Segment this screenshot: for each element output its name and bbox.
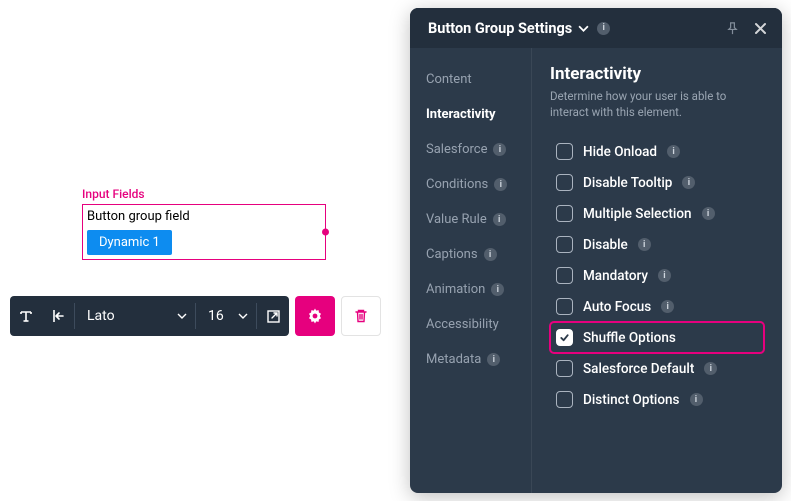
checkbox[interactable] [556, 143, 573, 160]
checkbox[interactable] [556, 174, 573, 191]
panel-title: Button Group Settings [428, 20, 572, 37]
checkbox[interactable] [556, 360, 573, 377]
info-icon[interactable]: i [690, 393, 703, 406]
info-icon[interactable]: i [702, 207, 715, 220]
field-section-label: Input Fields [82, 187, 326, 201]
resize-handle-right[interactable] [322, 229, 329, 236]
field-box[interactable]: Button group field Dynamic 1 [82, 204, 326, 260]
option-shuffle-options[interactable]: Shuffle Options [550, 322, 764, 353]
option-label: Salesforce Default [583, 361, 694, 377]
option-auto-focus[interactable]: Auto Focus i [550, 291, 764, 322]
gear-icon [305, 306, 325, 326]
sidebar-item-label: Value Rule [426, 212, 487, 227]
option-disable-tooltip[interactable]: Disable Tooltip i [550, 167, 764, 198]
checkbox[interactable] [556, 205, 573, 222]
font-select[interactable]: Lato [75, 308, 195, 324]
sidebar-item-captions[interactable]: Captions i [410, 237, 531, 272]
sidebar-item-conditions[interactable]: Conditions i [410, 167, 531, 202]
option-chip[interactable]: Dynamic 1 [87, 230, 172, 255]
option-disable[interactable]: Disable i [550, 229, 764, 260]
chevron-down-icon [238, 313, 248, 319]
option-label: Disable [583, 237, 628, 253]
info-icon[interactable]: i [484, 248, 497, 261]
option-label: Mandatory [583, 268, 648, 284]
sidebar-item-metadata[interactable]: Metadata i [410, 342, 531, 377]
content-subtitle: Determine how your user is able to inter… [550, 88, 764, 120]
sidebar-item-label: Captions [426, 247, 478, 262]
field-title: Button group field [85, 207, 323, 228]
popout-button[interactable] [257, 309, 289, 324]
info-icon[interactable]: i [493, 143, 506, 156]
panel-content: Interactivity Determine how your user is… [532, 48, 782, 493]
option-label: Hide Onload [583, 144, 657, 160]
font-value: Lato [87, 308, 115, 324]
option-label: Auto Focus [583, 299, 651, 315]
panel-header: Button Group Settings i [410, 8, 782, 48]
info-icon[interactable]: i [487, 353, 500, 366]
canvas-selected-field[interactable]: Input Fields Button group field Dynamic … [82, 187, 326, 260]
option-label: Multiple Selection [583, 206, 692, 222]
info-icon[interactable]: i [658, 269, 671, 282]
checkbox[interactable] [556, 267, 573, 284]
checkbox[interactable] [556, 298, 573, 315]
sidebar-item-interactivity[interactable]: Interactivity [410, 97, 531, 132]
size-value: 16 [208, 308, 224, 324]
info-icon[interactable]: i [682, 176, 695, 189]
info-icon[interactable]: i [491, 283, 504, 296]
checkbox[interactable] [556, 391, 573, 408]
chevron-down-icon [177, 313, 187, 319]
settings-panel: Button Group Settings i Content Interacti… [410, 8, 782, 493]
option-label: Disable Tooltip [583, 175, 672, 191]
content-heading: Interactivity [550, 64, 764, 84]
sidebar-item-label: Conditions [426, 177, 488, 192]
trash-icon [353, 308, 369, 324]
option-label: Shuffle Options [583, 330, 676, 346]
delete-button[interactable] [341, 296, 381, 336]
option-hide-onload[interactable]: Hide Onload i [550, 136, 764, 167]
panel-sidebar: ContentInteractivitySalesforceiCondition… [410, 48, 532, 493]
checkbox[interactable] [556, 329, 573, 346]
sidebar-item-label: Interactivity [426, 107, 496, 122]
info-icon[interactable]: i [667, 145, 680, 158]
close-button[interactable] [750, 18, 770, 38]
sidebar-item-salesforce[interactable]: Salesforce i [410, 132, 531, 167]
toolbar-dark-group: Lato 16 [10, 296, 289, 336]
settings-button[interactable] [295, 296, 335, 336]
format-toolbar: Lato 16 [10, 296, 381, 336]
sidebar-item-label: Content [426, 72, 472, 87]
info-icon[interactable]: i [494, 178, 507, 191]
info-icon[interactable]: i [661, 300, 674, 313]
sidebar-item-label: Metadata [426, 352, 481, 367]
chevron-down-icon[interactable] [578, 25, 589, 32]
sidebar-item-label: Salesforce [426, 142, 487, 157]
info-icon[interactable]: i [704, 362, 717, 375]
option-label: Distinct Options [583, 392, 680, 408]
info-icon[interactable]: i [597, 22, 610, 35]
align-tool-button[interactable] [42, 308, 74, 324]
sidebar-item-label: Accessibility [426, 317, 499, 332]
sidebar-item-accessibility[interactable]: Accessibility [410, 307, 531, 342]
option-distinct-options[interactable]: Distinct Options i [550, 384, 764, 415]
checkbox[interactable] [556, 236, 573, 253]
font-size-select[interactable]: 16 [196, 308, 256, 324]
sidebar-item-label: Animation [426, 282, 485, 297]
option-salesforce-default[interactable]: Salesforce Default i [550, 353, 764, 384]
sidebar-item-value-rule[interactable]: Value Rule i [410, 202, 531, 237]
info-icon[interactable]: i [638, 238, 651, 251]
option-mandatory[interactable]: Mandatory i [550, 260, 764, 291]
pin-button[interactable] [722, 18, 742, 38]
info-icon[interactable]: i [493, 213, 506, 226]
sidebar-item-animation[interactable]: Animation i [410, 272, 531, 307]
option-multiple-selection[interactable]: Multiple Selection i [550, 198, 764, 229]
sidebar-item-content[interactable]: Content [410, 62, 531, 97]
text-tool-button[interactable] [10, 308, 42, 324]
